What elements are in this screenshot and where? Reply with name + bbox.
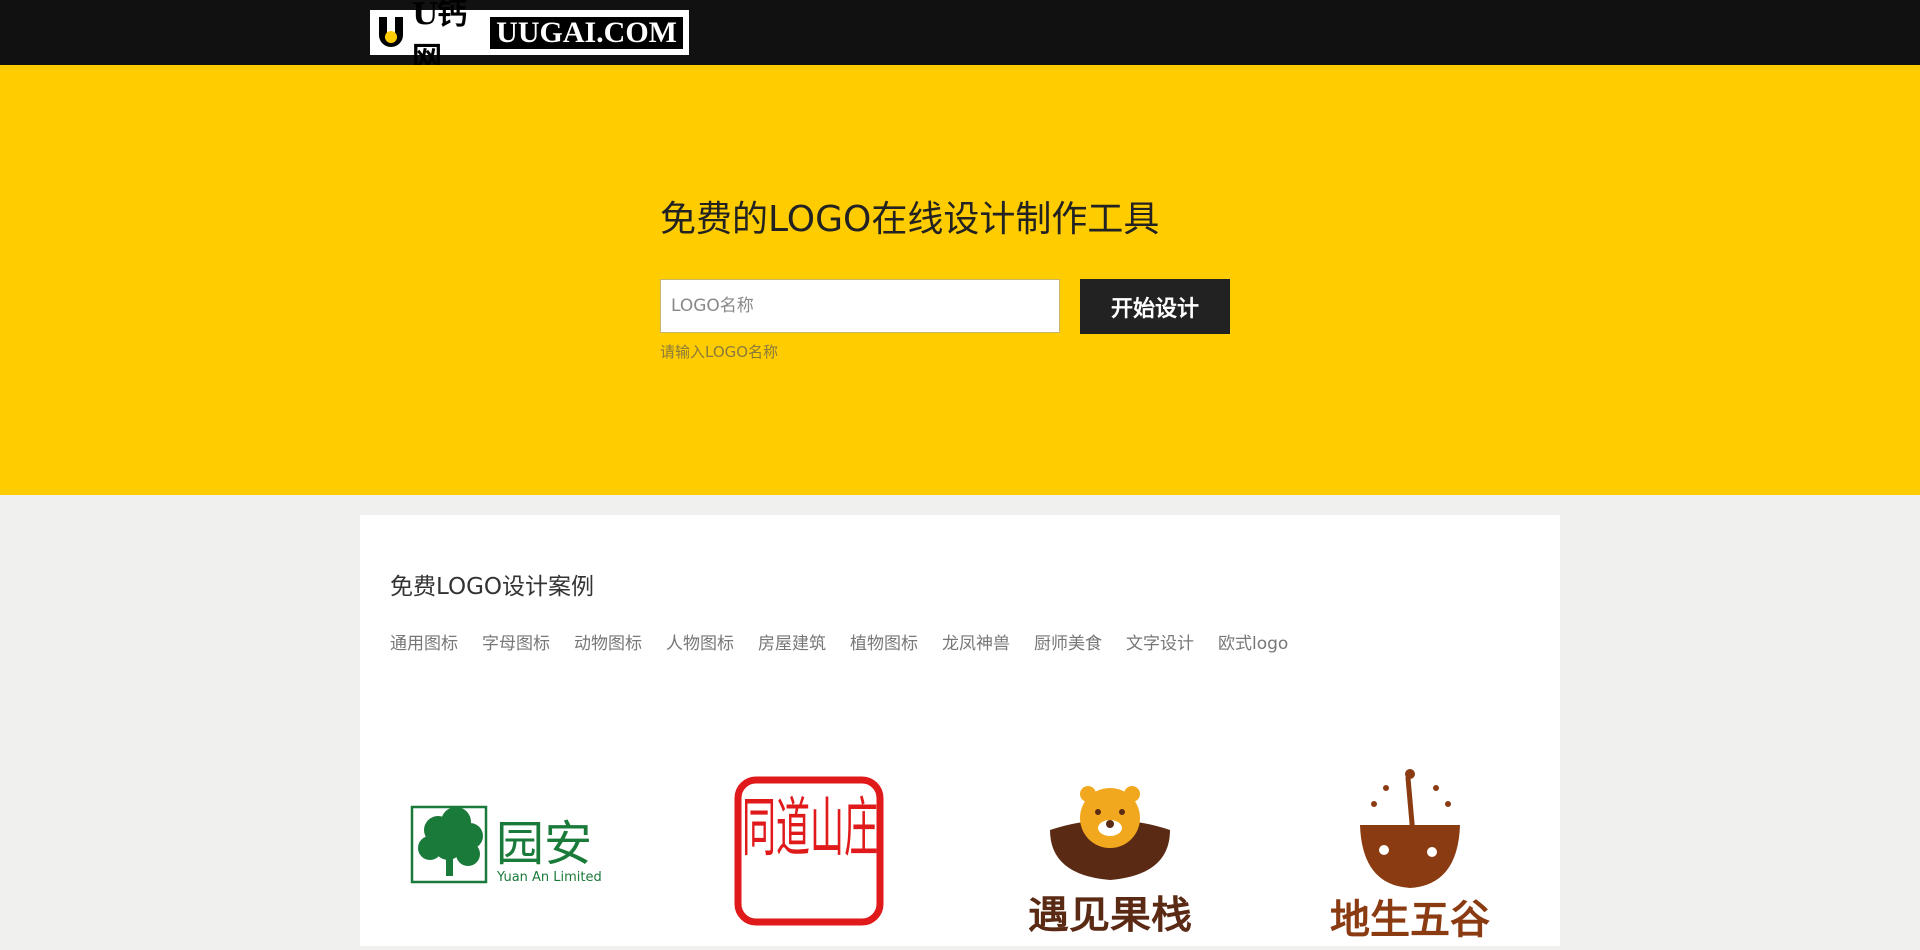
category-tabs: 通用图标 字母图标 动物图标 人物图标 房屋建筑 植物图标 龙凤神兽 厨师美食 … [390, 629, 1312, 654]
category-tab[interactable]: 植物图标 [850, 629, 918, 654]
brand-u-mark-icon [376, 15, 406, 51]
category-tab[interactable]: 龙凤神兽 [942, 629, 1010, 654]
hero-title: 免费的LOGO在线设计制作工具 [660, 199, 1160, 240]
logo-name-input[interactable] [660, 279, 1060, 333]
case-tongdao-text: 同道山庄 [742, 792, 878, 866]
input-hint: 请输入LOGO名称 [660, 343, 779, 361]
case-grid: 园安 Yuan An Limited 同道山庄 遇见果栈 地生五谷 [360, 750, 1560, 946]
case-yujian-text: 遇见果栈 [1028, 893, 1192, 937]
case-yuanan-cn: 园安 [496, 816, 592, 872]
top-bar: U钙网 UUGAI.COM [0, 0, 1920, 76]
site-logo[interactable]: U钙网 UUGAI.COM [370, 0, 689, 76]
category-tab[interactable]: 欧式logo [1218, 629, 1288, 654]
start-design-button[interactable]: 开始设计 [1080, 279, 1230, 334]
brand-domain: UUGAI.COM [490, 16, 683, 49]
category-tab[interactable]: 人物图标 [666, 629, 734, 654]
category-tab[interactable]: 动物图标 [574, 629, 642, 654]
cases-title: 免费LOGO设计案例 [390, 574, 595, 600]
hero-section: 免费的LOGO在线设计制作工具 开始设计 请输入LOGO名称 [0, 65, 1920, 495]
category-tab[interactable]: 厨师美食 [1034, 629, 1102, 654]
case-item-tongdao[interactable]: 同道山庄 [680, 750, 980, 946]
category-tab[interactable]: 字母图标 [482, 629, 550, 654]
cases-panel: 免费LOGO设计案例 通用图标 字母图标 动物图标 人物图标 房屋建筑 植物图标… [360, 515, 1560, 946]
category-tab[interactable]: 通用图标 [390, 629, 458, 654]
case-disheng-text: 地生五谷 [1330, 897, 1490, 943]
category-tab[interactable]: 文字设计 [1126, 629, 1194, 654]
case-item-yuanan[interactable]: 园安 Yuan An Limited [400, 750, 700, 946]
case-item-yujian[interactable]: 遇见果栈 [980, 750, 1280, 946]
case-item-disheng[interactable]: 地生五谷 [1280, 750, 1580, 946]
category-tab[interactable]: 房屋建筑 [758, 629, 826, 654]
case-yuanan-en: Yuan An Limited [496, 870, 602, 885]
